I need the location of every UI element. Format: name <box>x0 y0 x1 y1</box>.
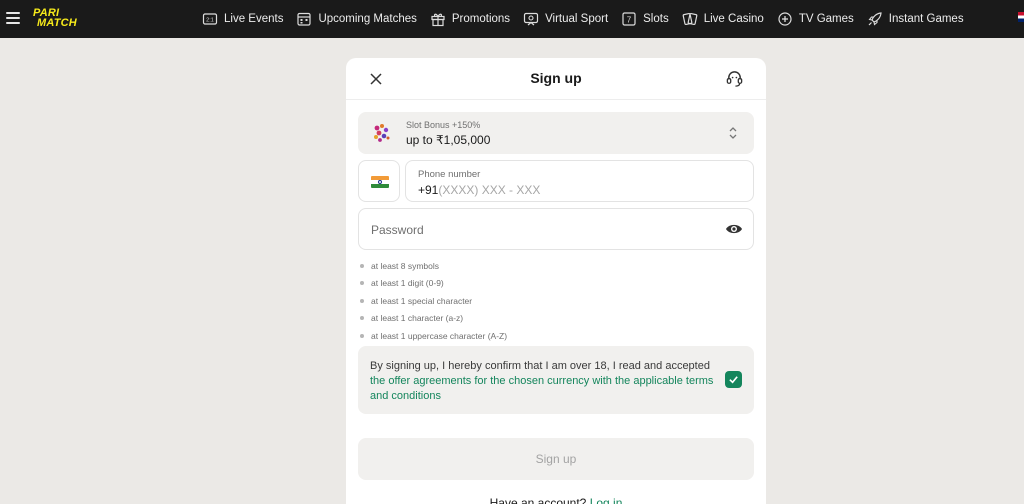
checkmark-icon <box>729 376 738 384</box>
bonus-value: up to ₹1,05,000 <box>406 133 491 147</box>
top-navigation-bar: PARI MATCH 2:1 Live Events Upcoming Matc… <box>0 0 1024 38</box>
phone-country-code: +91 <box>418 183 439 197</box>
menu-icon[interactable] <box>6 12 20 24</box>
country-code-selector[interactable] <box>358 160 400 202</box>
nav-item-promotions[interactable]: Promotions <box>430 11 510 27</box>
nav-item-live-casino[interactable]: Live Casino <box>682 11 764 27</box>
tv-games-icon <box>777 11 793 27</box>
nav-item-upcoming-matches[interactable]: Upcoming Matches <box>296 11 417 27</box>
parimatch-logo[interactable]: PARI MATCH <box>33 8 93 30</box>
svg-text:7: 7 <box>627 16 632 25</box>
list-item: at least 1 uppercase character (A-Z) <box>360 327 507 345</box>
login-prompt: Have an account? Log in <box>346 496 766 504</box>
list-item: at least 8 symbols <box>360 257 507 275</box>
bonus-title: Slot Bonus +150% <box>406 120 481 130</box>
nav-item-slots[interactable]: 7 Slots <box>621 11 669 27</box>
phone-input[interactable]: +91(XXXX) XXX - XXX <box>418 183 540 197</box>
chevron-up-down-icon <box>728 125 738 141</box>
list-item: at least 1 special character <box>360 292 507 310</box>
password-field[interactable]: Password <box>358 208 754 250</box>
password-placeholder: Password <box>371 223 424 237</box>
modal-title: Sign up <box>530 70 582 86</box>
consent-box: By signing up, I hereby confirm that I a… <box>358 346 754 414</box>
nav-item-live-events[interactable]: 2:1 Live Events <box>202 11 283 27</box>
nav-item-instant-games[interactable]: Instant Games <box>867 11 964 27</box>
modal-header: Sign up <box>346 58 766 100</box>
cards-icon <box>682 11 698 27</box>
phone-label: Phone number <box>418 169 481 180</box>
list-item: at least 1 digit (0-9) <box>360 275 507 293</box>
list-item: at least 1 character (a-z) <box>360 310 507 328</box>
rocket-icon <box>867 11 883 27</box>
nav-item-virtual-sport[interactable]: Virtual Sport <box>523 11 608 27</box>
language-flag-icon[interactable] <box>1018 12 1024 22</box>
eye-icon[interactable] <box>725 222 743 236</box>
main-nav: 2:1 Live Events Upcoming Matches Promoti… <box>202 0 977 38</box>
password-rules: at least 8 symbols at least 1 digit (0-9… <box>360 257 507 345</box>
phone-placeholder: (XXXX) XXX - XXX <box>438 183 541 197</box>
nav-item-tv-games[interactable]: TV Games <box>777 11 854 27</box>
live-events-icon: 2:1 <box>202 11 218 27</box>
consent-text: By signing up, I hereby confirm that I a… <box>370 360 714 402</box>
phone-number-field[interactable]: Phone number +91(XXXX) XXX - XXX <box>405 160 754 202</box>
gift-icon <box>430 11 446 27</box>
signup-modal: Sign up Slot Bonus +150% up to ₹1,05,000… <box>346 58 766 504</box>
support-icon[interactable] <box>725 69 744 88</box>
india-flag-icon <box>371 176 389 188</box>
consent-checkbox[interactable] <box>725 371 742 388</box>
bonus-selector[interactable]: Slot Bonus +150% up to ₹1,05,000 <box>358 112 754 154</box>
slot-bonus-icon <box>369 121 393 145</box>
terms-link[interactable]: the offer agreements for the chosen curr… <box>370 375 713 402</box>
virtual-sport-icon <box>523 11 539 27</box>
svg-text:2:1: 2:1 <box>206 18 214 24</box>
login-link[interactable]: Log in <box>590 496 623 504</box>
sign-up-button[interactable]: Sign up <box>358 438 754 480</box>
calendar-icon <box>296 11 312 27</box>
slot-icon: 7 <box>621 11 637 27</box>
